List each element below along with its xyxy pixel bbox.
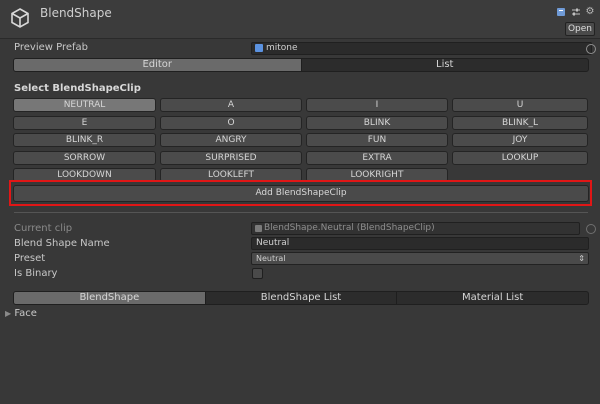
clip-button-sorrow[interactable]: SORROW <box>13 151 156 165</box>
clip-button-e[interactable]: E <box>13 116 156 130</box>
clip-button-fun[interactable]: FUN <box>306 133 448 147</box>
clip-button-surprised[interactable]: SURPRISED <box>160 151 302 165</box>
dropdown-arrows-icon: ⇕ <box>578 254 585 263</box>
preview-prefab-label: Preview Prefab <box>14 42 88 53</box>
clip-button-neutral[interactable]: NEUTRAL <box>13 98 156 112</box>
tab-editor[interactable]: Editor <box>14 59 301 71</box>
editor-list-tabs: Editor List <box>13 58 589 72</box>
clip-button-lookup[interactable]: LOOKUP <box>452 151 588 165</box>
is-binary-label: Is Binary <box>14 268 58 279</box>
help-book-icon[interactable] <box>556 7 566 17</box>
preset-dropdown[interactable]: Neutral ⇕ <box>251 252 589 265</box>
current-clip-picker-button <box>586 224 596 234</box>
foldout-arrow-icon: ▶ <box>5 309 12 318</box>
scriptable-object-icon <box>255 225 262 232</box>
preset-value: Neutral <box>256 254 286 263</box>
window-title: BlendShape <box>40 6 112 20</box>
clip-button-blink-r[interactable]: BLINK_R <box>13 133 156 147</box>
preview-prefab-value: mitone <box>266 43 298 53</box>
clip-button-angry[interactable]: ANGRY <box>160 133 302 147</box>
select-clip-title: Select BlendShapeClip <box>14 83 141 94</box>
clip-button-i[interactable]: I <box>306 98 448 112</box>
preset-sliders-icon[interactable] <box>571 7 581 17</box>
current-clip-label: Current clip <box>14 223 73 234</box>
current-clip-field: BlendShape.Neutral (BlendShapeClip) <box>251 222 580 235</box>
preset-label: Preset <box>14 253 46 264</box>
clip-button-a[interactable]: A <box>160 98 302 112</box>
clip-button-blink[interactable]: BLINK <box>306 116 448 130</box>
tab-list[interactable]: List <box>300 59 589 71</box>
unity-logo-icon <box>11 8 29 28</box>
open-button[interactable]: Open <box>565 22 595 36</box>
preview-prefab-field[interactable]: mitone <box>251 42 592 55</box>
clip-button-extra[interactable]: EXTRA <box>306 151 448 165</box>
clip-button-u[interactable]: U <box>452 98 588 112</box>
bottom-tabs: BlendShape BlendShape List Material List <box>13 291 589 305</box>
is-binary-checkbox[interactable] <box>252 268 263 279</box>
blend-shape-name-label: Blend Shape Name <box>14 238 110 249</box>
divider <box>14 212 588 213</box>
blend-shape-name-input[interactable]: Neutral <box>251 237 589 250</box>
clip-button-o[interactable]: O <box>160 116 302 130</box>
object-picker-button[interactable] <box>586 44 596 54</box>
face-label: Face <box>14 308 37 319</box>
face-foldout[interactable]: ▶ Face <box>5 308 37 319</box>
prefab-icon <box>255 44 263 52</box>
clip-button-joy[interactable]: JOY <box>452 133 588 147</box>
current-clip-value: BlendShape.Neutral (BlendShapeClip) <box>264 223 435 233</box>
tab-material-list[interactable]: Material List <box>396 292 588 304</box>
tab-blendshape[interactable]: BlendShape <box>14 292 205 304</box>
tab-blendshape-list[interactable]: BlendShape List <box>204 292 397 304</box>
clip-button-blink-l[interactable]: BLINK_L <box>452 116 588 130</box>
highlight-box <box>9 180 592 206</box>
window-header: BlendShape ⚙ Open <box>0 0 600 39</box>
gear-icon[interactable]: ⚙ <box>585 7 595 17</box>
